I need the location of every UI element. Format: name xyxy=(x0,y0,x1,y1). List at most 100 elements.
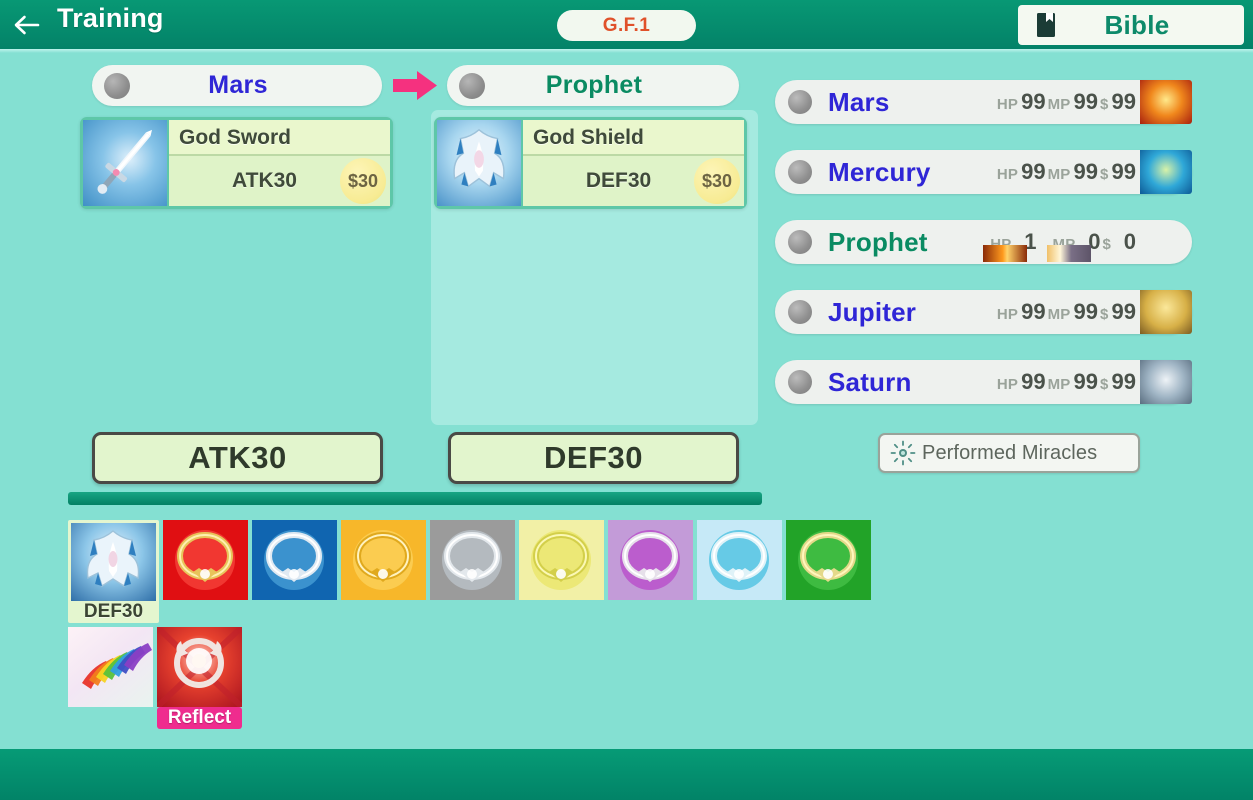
inventory-item[interactable] xyxy=(163,520,248,623)
source-character-selector[interactable]: Mars xyxy=(92,65,382,106)
hp-group: HP 99 xyxy=(997,89,1046,115)
mp-value: 99 xyxy=(1073,89,1098,114)
inventory-item[interactable] xyxy=(786,520,871,623)
money-group: $0 xyxy=(1102,229,1136,255)
inventory-item[interactable] xyxy=(252,520,337,623)
performed-miracles-label: Performed Miracles xyxy=(922,441,1098,464)
mp-value: 99 xyxy=(1073,369,1098,394)
inventory-divider-bar xyxy=(68,492,762,505)
reflect-icon xyxy=(157,627,242,707)
inventory-grid: DEF30 Reflect xyxy=(68,520,871,733)
hp-key: HP xyxy=(996,376,1019,393)
money-group: $99 xyxy=(1100,89,1136,115)
money-group: $99 xyxy=(1100,159,1136,185)
prophet-portrait xyxy=(1140,220,1192,264)
money-group: $99 xyxy=(1100,299,1136,325)
mp-group: MP 99 xyxy=(1048,89,1098,115)
radio-dot-icon xyxy=(788,90,812,114)
source-character-name: Mars xyxy=(208,71,268,99)
radio-dot-icon xyxy=(459,72,485,99)
character-row[interactable]: Jupiter HP 99 MP 99 $99 xyxy=(775,290,1192,334)
target-equip-card[interactable]: God Shield DEF30 $30 xyxy=(434,117,747,209)
god-shield-icon xyxy=(71,523,156,601)
top-app-bar: Training G.F.1 Bible xyxy=(0,0,1253,49)
money-value: 99 xyxy=(1111,369,1136,394)
target-equip-price: $30 xyxy=(694,158,740,204)
target-character-name: Prophet xyxy=(545,71,643,99)
character-row[interactable]: Saturn HP 99 MP 99 $99 xyxy=(775,360,1192,404)
character-name: Mercury xyxy=(828,156,931,187)
mp-key: MP xyxy=(1047,166,1071,183)
inventory-item[interactable] xyxy=(608,520,693,623)
ring-red-icon xyxy=(163,520,248,600)
character-name: Prophet xyxy=(828,226,928,257)
hp-group: HP 99 xyxy=(997,159,1046,185)
character-name: Jupiter xyxy=(828,296,917,327)
back-arrow-icon[interactable] xyxy=(12,10,42,40)
money-value: 0 xyxy=(1123,229,1136,254)
ring-silver-icon xyxy=(430,520,515,600)
bible-button[interactable]: Bible xyxy=(1018,5,1244,45)
transfer-arrow-icon xyxy=(392,69,439,102)
inventory-item[interactable]: DEF30 xyxy=(68,520,159,623)
training-screen: Training G.F.1 Bible Mars Prophet God Sw… xyxy=(0,0,1253,800)
saturn-portrait xyxy=(1140,360,1192,404)
hp-value: 99 xyxy=(1021,299,1046,324)
mp-key: MP xyxy=(1047,306,1071,323)
money-key: $ xyxy=(1102,236,1111,253)
character-row[interactable]: Prophet HP1MP0$0 xyxy=(775,220,1192,264)
mp-group: MP 99 xyxy=(1048,369,1098,395)
radio-dot-icon xyxy=(788,300,812,324)
source-equip-price: $30 xyxy=(340,158,386,204)
jupiter-portrait xyxy=(1140,290,1192,334)
mp-key: MP xyxy=(1047,96,1071,113)
character-stats: HP 99 MP 99 $99 xyxy=(996,159,1140,185)
money-value: 99 xyxy=(1111,159,1136,184)
radio-dot-icon xyxy=(788,160,812,184)
def-total-box[interactable]: DEF30 xyxy=(448,432,739,484)
inventory-item[interactable] xyxy=(341,520,426,623)
inventory-item-label: Reflect xyxy=(157,707,242,729)
money-key: $ xyxy=(1099,376,1109,393)
hp-key: HP xyxy=(996,166,1019,183)
source-equip-card[interactable]: God Sword ATK30 $30 xyxy=(80,117,393,209)
performed-miracles-button[interactable]: Performed Miracles xyxy=(878,433,1140,473)
ring-green-icon xyxy=(786,520,871,600)
hp-value: 99 xyxy=(1021,89,1046,114)
ring-cyan-icon xyxy=(697,520,782,600)
inventory-item[interactable] xyxy=(519,520,604,623)
bottom-system-bar xyxy=(0,749,1253,800)
mars-portrait xyxy=(1140,80,1192,124)
inventory-item[interactable] xyxy=(68,627,153,729)
hp-group: HP1 xyxy=(974,229,1036,262)
money-key: $ xyxy=(1099,166,1109,183)
god-sword-icon xyxy=(83,120,169,206)
atk-total-box[interactable]: ATK30 xyxy=(92,432,383,484)
inventory-item[interactable] xyxy=(430,520,515,623)
character-name: Saturn xyxy=(828,366,912,397)
source-equip-name: God Sword xyxy=(169,120,390,156)
stat-thumbnail xyxy=(983,245,1028,262)
book-icon xyxy=(1036,12,1056,38)
inventory-row: Reflect xyxy=(68,627,868,729)
money-group: $99 xyxy=(1100,369,1136,395)
inventory-item[interactable]: Reflect xyxy=(157,627,242,729)
mp-group: MP0 xyxy=(1038,229,1100,262)
hp-group: HP 99 xyxy=(997,299,1046,325)
source-equip-body: God Sword ATK30 $30 xyxy=(169,120,390,206)
page-title: Training xyxy=(57,3,164,33)
character-name: Mars xyxy=(828,86,890,117)
sparkle-icon xyxy=(890,440,916,466)
character-stats: HP 99 MP 99 $99 xyxy=(996,369,1140,395)
radio-dot-icon xyxy=(788,370,812,394)
character-row[interactable]: Mercury HP 99 MP 99 $99 xyxy=(775,150,1192,194)
radio-dot-icon xyxy=(104,72,130,99)
gf-badge[interactable]: G.F.1 xyxy=(557,10,696,41)
inventory-row: DEF30 xyxy=(68,520,871,623)
target-character-selector[interactable]: Prophet xyxy=(447,65,739,106)
ring-purple-icon xyxy=(608,520,693,600)
money-key: $ xyxy=(1099,96,1109,113)
god-shield-icon xyxy=(437,120,523,206)
inventory-item[interactable] xyxy=(697,520,782,623)
character-row[interactable]: Mars HP 99 MP 99 $99 xyxy=(775,80,1192,124)
